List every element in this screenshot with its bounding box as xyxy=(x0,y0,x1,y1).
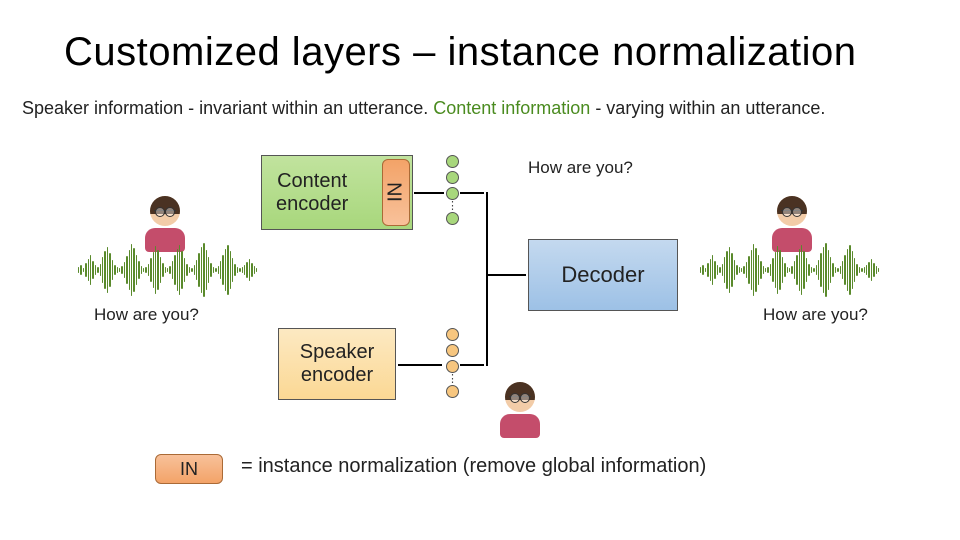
speaker-avatar-icon xyxy=(498,382,542,442)
annotation-right: How are you? xyxy=(763,305,868,325)
in-pill-vertical: IN xyxy=(382,159,410,226)
content-vector-icon: ⋮ xyxy=(446,155,459,225)
speaker-vector-icon: ⋮ xyxy=(446,328,459,398)
legend-text: = instance normalization (remove global … xyxy=(241,455,706,478)
arrow xyxy=(460,364,484,366)
arrow xyxy=(486,274,526,276)
arrow xyxy=(460,192,484,194)
arrow xyxy=(486,192,488,366)
speaker-encoder-block: Speaker encoder xyxy=(278,328,396,400)
slide: Customized layers – instance normalizati… xyxy=(0,0,960,540)
waveform-icon xyxy=(700,240,880,300)
decoder-block: Decoder xyxy=(528,239,678,311)
annotation-left: How are you? xyxy=(94,305,199,325)
annotation-top: How are you? xyxy=(528,158,633,178)
subtitle-part2: - varying within an utterance. xyxy=(590,98,825,118)
slide-title: Customized layers – instance normalizati… xyxy=(64,30,856,75)
arrow xyxy=(414,192,444,194)
waveform-icon xyxy=(78,240,258,300)
subtitle-part1: Speaker information - invariant within a… xyxy=(22,98,433,118)
in-pill-legend: IN xyxy=(155,454,223,484)
subtitle-highlight: Content information xyxy=(433,98,590,118)
arrow xyxy=(398,364,442,366)
slide-subtitle: Speaker information - invariant within a… xyxy=(22,98,825,119)
